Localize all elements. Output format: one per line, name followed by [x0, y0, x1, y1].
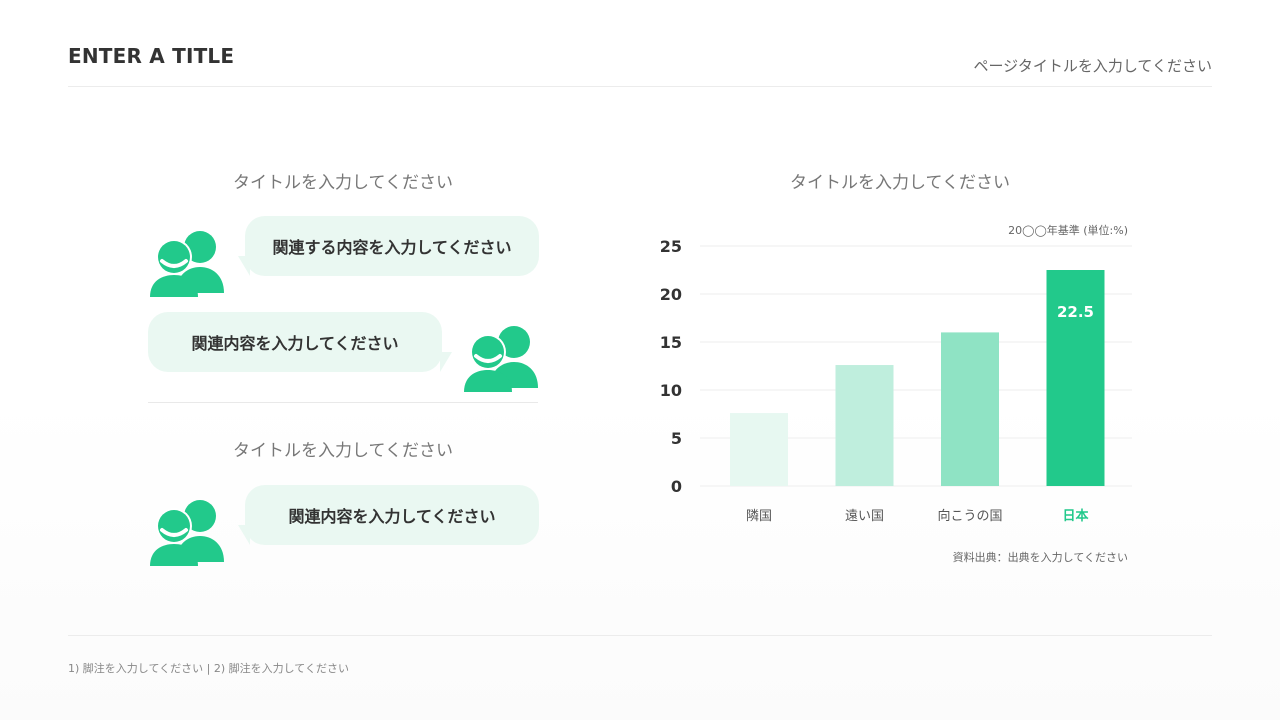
bubble-1-text: 関連する内容を入力してください	[272, 238, 512, 257]
bubble-2-text: 関連内容を入力してください	[191, 334, 399, 353]
bubble-2-tail	[440, 352, 452, 372]
y-tick-label: 15	[660, 333, 682, 352]
section2-title: タイトルを入力してください	[233, 441, 453, 461]
document-title: ENTER A TITLE	[68, 44, 235, 68]
data-label: 22.5	[1057, 303, 1094, 321]
y-tick-label: 0	[671, 477, 682, 496]
y-tick-label: 5	[671, 429, 682, 448]
bubble-3-text: 関連内容を入力してください	[288, 507, 496, 526]
page-title: ページタイトルを入力してください	[973, 57, 1212, 75]
bubble-1-tail	[238, 256, 250, 276]
users-icon-2	[462, 320, 542, 392]
header-divider	[68, 86, 1212, 87]
chart-title: タイトルを入力してください	[790, 173, 1010, 193]
bar	[941, 332, 999, 486]
x-tick-label: 向こうの国	[937, 508, 1002, 524]
users-icon-1	[148, 225, 228, 297]
chart-source: 資料出典：出典を入力してください	[952, 551, 1128, 564]
bubble-3-tail	[238, 525, 250, 545]
bubble-1: 関連する内容を入力してください	[245, 216, 539, 276]
bubble-2: 関連内容を入力してください	[148, 312, 442, 372]
section1-title: タイトルを入力してください	[233, 173, 453, 193]
y-tick-label: 20	[660, 285, 682, 304]
bar-chart: 0 5 10 15 20 25 隣国 遠い国 向こうの国 日本 22.5	[660, 237, 1132, 524]
bar	[730, 413, 788, 486]
section-divider	[148, 402, 538, 403]
footnote: 1) 脚注を入力してください | 2) 脚注を入力してください	[68, 662, 349, 675]
x-tick-label: 遠い国	[845, 509, 884, 524]
y-tick-label: 10	[660, 381, 682, 400]
bubble-3: 関連内容を入力してください	[245, 485, 539, 545]
y-tick-label: 25	[660, 237, 682, 256]
footer-divider	[68, 635, 1212, 636]
users-icon-3	[148, 494, 228, 566]
x-tick-label: 日本	[1062, 508, 1088, 524]
bar	[835, 365, 894, 486]
x-tick-label: 隣国	[746, 508, 772, 524]
